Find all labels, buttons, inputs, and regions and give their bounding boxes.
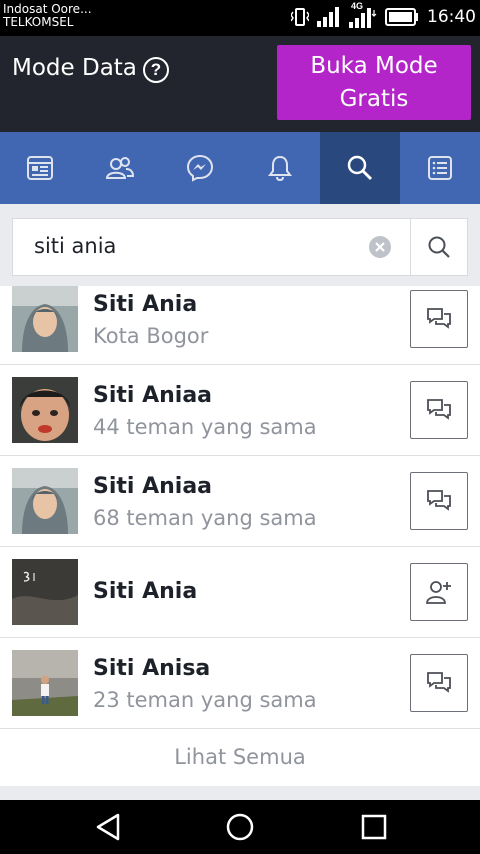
tab-search[interactable] [320,132,400,204]
message-icon [427,490,451,511]
recent-apps-icon[interactable] [360,812,388,842]
result-name[interactable]: Siti Aniaa [93,474,212,499]
friends-icon [106,157,134,179]
mode-data-label: Mode Data [12,55,137,81]
vibrate-icon [291,8,309,26]
open-free-mode-button[interactable]: Buka Mode Gratis [277,45,471,120]
help-icon[interactable]: ? [143,57,169,83]
result-subtitle: 23 teman yang sama [93,688,317,712]
search-input[interactable]: siti ania [12,218,410,276]
menu-icon [428,156,452,180]
avatar[interactable] [12,377,78,443]
search-icon [347,155,373,181]
avatar[interactable] [12,468,78,534]
message-icon [427,308,451,329]
result-name[interactable]: Siti Ania [93,292,197,317]
message-icon [427,672,451,693]
avatar[interactable] [12,559,78,625]
footer-gap [0,786,480,800]
carrier-info: Indosat Oore... TELKOMSEL [3,3,92,29]
result-name[interactable]: Siti Aniaa [93,383,212,408]
message-button[interactable] [410,472,468,530]
search-results: Siti Ania Kota Bogor Siti Aniaa 44 teman… [0,286,480,786]
message-button[interactable] [410,381,468,439]
add-friend-button[interactable] [410,563,468,621]
messenger-icon [186,154,214,182]
signal-4g: 4G [349,1,377,28]
tab-messenger[interactable] [160,132,240,204]
status-bar: Indosat Oore... TELKOMSEL 4G 16:40 [0,0,480,36]
notifications-icon [268,155,292,182]
back-icon[interactable] [94,812,122,842]
message-icon [427,399,451,420]
list-item[interactable]: Siti Aniaa 44 teman yang sama [0,365,480,456]
avatar[interactable] [12,286,78,352]
list-item[interactable]: Siti Ania [0,547,480,638]
home-icon[interactable] [225,812,255,842]
tab-friends[interactable] [80,132,160,204]
result-subtitle: 68 teman yang sama [93,506,317,530]
add-friend-icon [426,581,451,604]
battery-icon [385,8,418,26]
result-subtitle: Kota Bogor [93,324,209,348]
search-query[interactable]: siti ania [34,234,116,258]
search-icon [428,236,450,258]
message-button[interactable] [410,654,468,712]
result-name[interactable]: Siti Ania [93,579,197,604]
status-icons: 4G 16:40 [291,1,476,28]
tab-notifications[interactable] [240,132,320,204]
tab-menu[interactable] [400,132,480,204]
list-item[interactable]: Siti Anisa 23 teman yang sama [0,638,480,729]
search-bar: siti ania [0,204,480,286]
result-name[interactable]: Siti Anisa [93,656,210,681]
list-item[interactable]: Siti Ania Kota Bogor [0,286,480,365]
top-nav-bar [0,132,480,204]
list-item[interactable]: Siti Aniaa 68 teman yang sama [0,456,480,547]
carrier-line-2: TELKOMSEL [3,15,74,29]
see-all-link[interactable]: Lihat Semua [0,728,480,786]
message-button[interactable] [410,290,468,348]
clock: 16:40 [427,7,476,27]
search-submit-button[interactable] [410,218,468,276]
close-icon [375,242,385,252]
clear-search-button[interactable] [369,236,391,258]
signal-icon [317,7,339,27]
android-nav-bar [0,800,480,854]
tab-news-feed[interactable] [0,132,80,204]
result-subtitle: 44 teman yang sama [93,415,317,439]
signal-4g-icon [349,8,377,28]
news-feed-icon [27,156,53,180]
avatar[interactable] [12,650,78,716]
